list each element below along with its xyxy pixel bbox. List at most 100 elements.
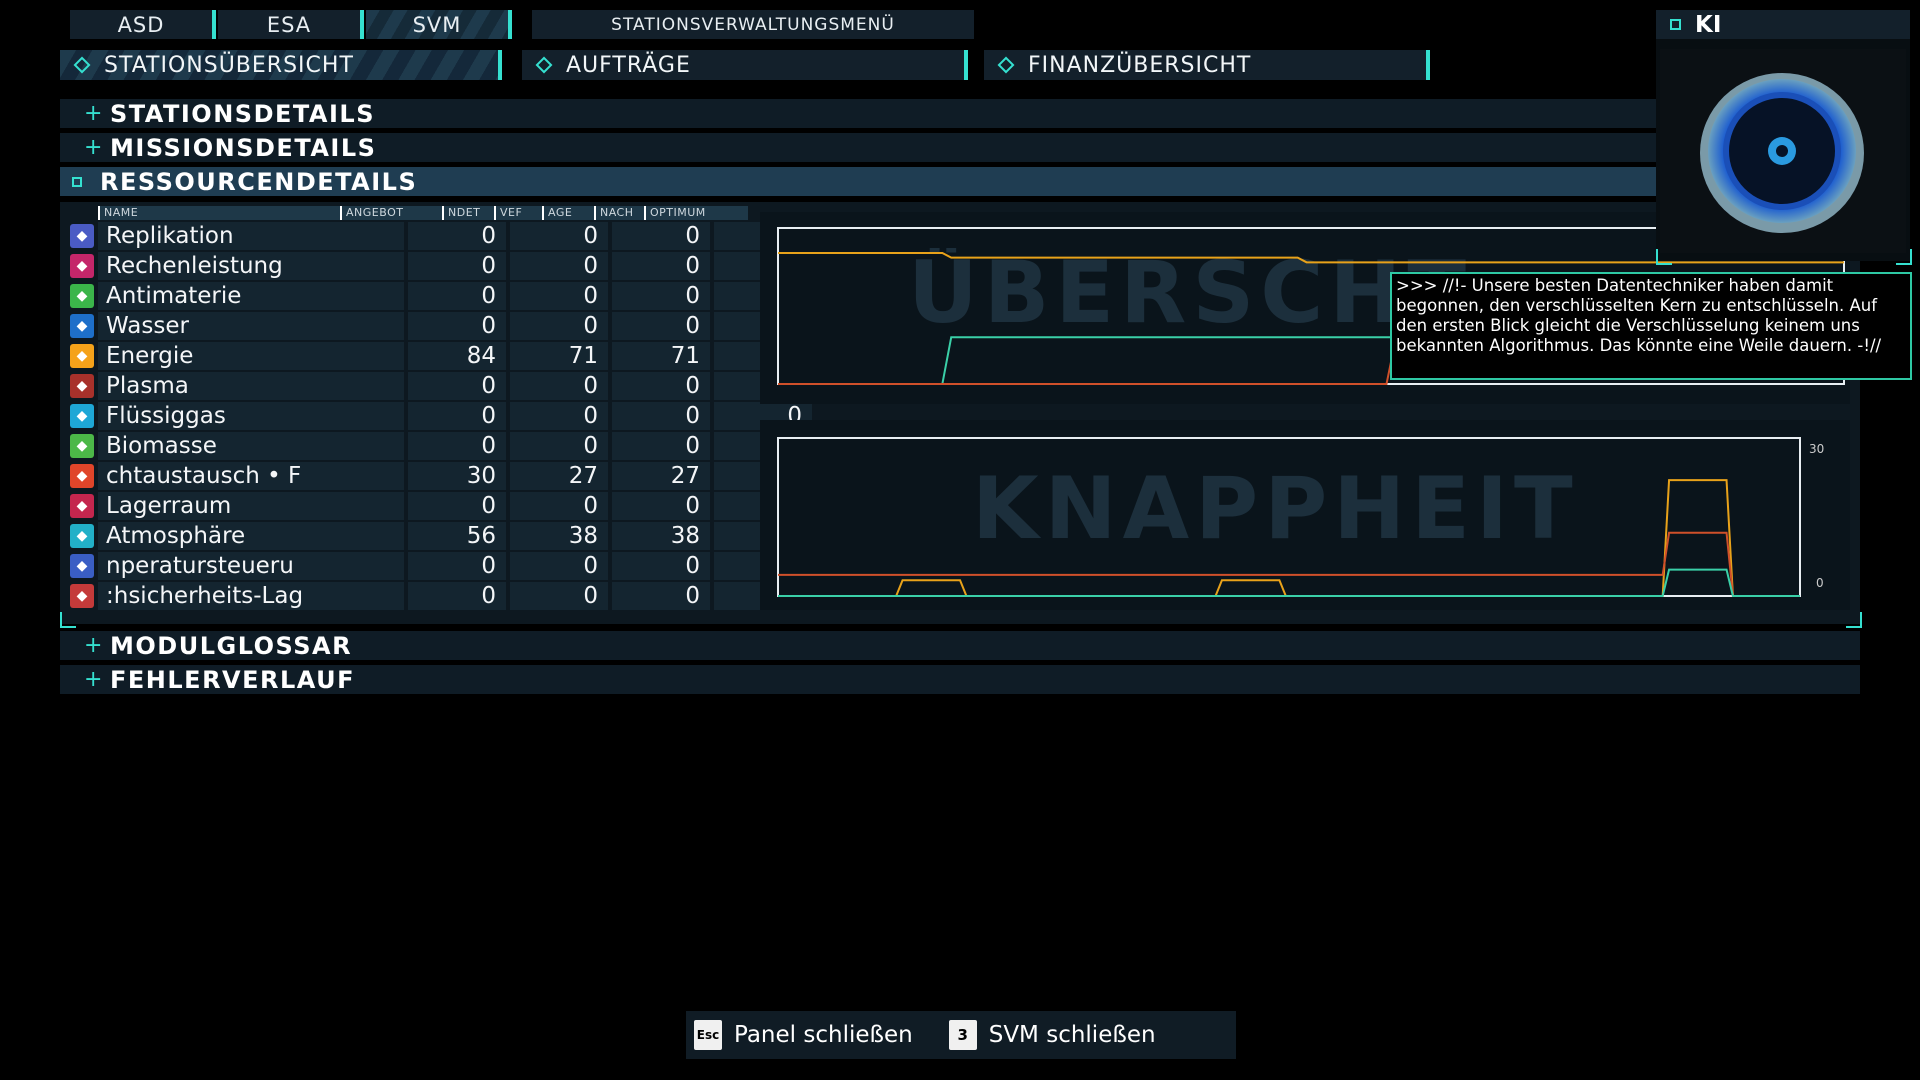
resource-value: 0 bbox=[612, 402, 710, 430]
section-missionsdetails-label: MISSIONSDETAILS bbox=[110, 133, 377, 162]
resource-name: chtaustausch • F bbox=[98, 462, 404, 490]
resource-value: 0 bbox=[510, 252, 608, 280]
liquid-gas-icon: ◆ bbox=[70, 404, 94, 428]
section-modulglossar[interactable]: + MODULGLOSSAR bbox=[60, 631, 1860, 660]
diamond-icon bbox=[73, 56, 91, 74]
section-ressourcendetails-label: RESSOURCENDETAILS bbox=[100, 167, 418, 196]
resource-value: 0 bbox=[408, 222, 506, 250]
plus-icon: + bbox=[84, 633, 104, 658]
resource-name: :hsicherheits-Lag bbox=[98, 582, 404, 610]
diamond-icon bbox=[535, 56, 553, 74]
table-row: ◆chtaustausch • F30272730 bbox=[68, 462, 812, 490]
tab-stationsuebersicht[interactable]: STATIONSÜBERSICHT bbox=[60, 50, 502, 80]
close-svm-label[interactable]: SVM schließen bbox=[989, 1022, 1156, 1048]
section-stationsdetails[interactable]: + STATIONSDETAILS bbox=[60, 99, 1860, 128]
tab-svm[interactable]: SVM bbox=[366, 10, 512, 39]
ki-message: >>> //!- Unsere besten Datentechniker ha… bbox=[1390, 272, 1912, 380]
tab-esa[interactable]: ESA bbox=[218, 10, 364, 39]
close-panel-label[interactable]: Panel schließen bbox=[734, 1022, 913, 1048]
resource-value: 0 bbox=[510, 282, 608, 310]
resource-value: 0 bbox=[612, 252, 710, 280]
tab-auftraege-label: AUFTRÄGE bbox=[566, 52, 691, 78]
resource-value: 30 bbox=[408, 462, 506, 490]
resource-value: 27 bbox=[612, 462, 710, 490]
plus-icon: + bbox=[84, 667, 104, 692]
table-row: ◆ Flüssiggas 0 0 0 0 bbox=[68, 402, 812, 430]
col-vef: VEF bbox=[494, 206, 534, 220]
tab-finanzuebersicht-label: FINANZÜBERSICHT bbox=[1028, 52, 1252, 78]
resource-value: 0 bbox=[510, 582, 608, 610]
biomass-icon: ◆ bbox=[70, 434, 94, 458]
resource-value: 0 bbox=[612, 552, 710, 580]
table-row: ◆Biomasse0000 bbox=[68, 432, 812, 460]
resource-value: 0 bbox=[612, 222, 710, 250]
scarcity-chart bbox=[777, 437, 1801, 597]
resource-name: nperatursteueru bbox=[98, 552, 404, 580]
resource-name: Replikation bbox=[98, 222, 404, 250]
resource-value: 0 bbox=[408, 312, 506, 340]
key-3-icon[interactable]: 3 bbox=[948, 1020, 977, 1050]
table-row: ◆Atmosphäre56383856 bbox=[68, 522, 812, 550]
resource-value: 0 bbox=[510, 222, 608, 250]
table-row: ◆Replikation0000 bbox=[68, 222, 812, 250]
replication-icon: ◆ bbox=[70, 224, 94, 248]
resource-name: Antimaterie bbox=[98, 282, 404, 310]
ki-message-text: >>> //!- Unsere besten Datentechniker ha… bbox=[1396, 276, 1882, 355]
resource-table-header: NAME ANGEBOT NDET VEF AGE NACH OPTIMUM bbox=[98, 206, 748, 220]
resource-value: 0 bbox=[408, 432, 506, 460]
resource-value: 0 bbox=[510, 402, 608, 430]
resource-value: 84 bbox=[408, 342, 506, 370]
collapse-square-icon bbox=[72, 176, 82, 187]
esc-key-icon[interactable]: Esc bbox=[694, 1020, 722, 1050]
col-name: NAME bbox=[98, 206, 334, 220]
table-row: ◆Antimaterie0000 bbox=[68, 282, 812, 310]
resource-value: 0 bbox=[408, 552, 506, 580]
table-row: ◆Lagerraum0000 bbox=[68, 492, 812, 520]
table-row: ◆Rechenleistung0000 bbox=[68, 252, 812, 280]
resource-value: 38 bbox=[510, 522, 608, 550]
resource-value: 38 bbox=[612, 522, 710, 550]
square-icon bbox=[1670, 19, 1681, 30]
section-fehlerverlauf-label: FEHLERVERLAUF bbox=[110, 665, 356, 694]
table-row: ◆Wasser0000 bbox=[68, 312, 812, 340]
resource-name: Biomasse bbox=[98, 432, 404, 460]
corner-bracket bbox=[1656, 249, 1672, 265]
ki-title: KI bbox=[1695, 11, 1722, 38]
computing-icon: ◆ bbox=[70, 254, 94, 278]
plus-icon: + bbox=[84, 135, 104, 160]
tab-finanzuebersicht[interactable]: FINANZÜBERSICHT bbox=[984, 50, 1430, 80]
tab-asd[interactable]: ASD bbox=[70, 10, 216, 39]
corner-bracket bbox=[1896, 249, 1912, 265]
section-ressourcendetails[interactable]: RESSOURCENDETAILS bbox=[60, 167, 1860, 196]
series-line-0 bbox=[778, 479, 1800, 597]
exchange-icon: ◆ bbox=[70, 464, 94, 488]
resource-value: 71 bbox=[612, 342, 710, 370]
section-stationsdetails-label: STATIONSDETAILS bbox=[110, 99, 375, 128]
section-fehlerverlauf[interactable]: + FEHLERVERLAUF bbox=[60, 665, 1860, 694]
resource-value: 0 bbox=[510, 492, 608, 520]
plus-icon: + bbox=[84, 101, 104, 126]
corner-bracket bbox=[1846, 612, 1862, 628]
resource-value: 56 bbox=[408, 522, 506, 550]
resource-value: 0 bbox=[612, 582, 710, 610]
tab-stationsuebersicht-label: STATIONSÜBERSICHT bbox=[104, 52, 354, 78]
resource-value: 0 bbox=[510, 312, 608, 340]
resource-value: 71 bbox=[510, 342, 608, 370]
table-row: ◆nperatursteueru0000 bbox=[68, 552, 812, 580]
resource-value: 0 bbox=[510, 432, 608, 460]
temperature-icon: ◆ bbox=[70, 554, 94, 578]
resource-value: 0 bbox=[408, 582, 506, 610]
resource-name: Wasser bbox=[98, 312, 404, 340]
col-nach: NACH bbox=[594, 206, 642, 220]
resource-value: 0 bbox=[510, 372, 608, 400]
section-missionsdetails[interactable]: + MISSIONSDETAILS bbox=[60, 133, 1860, 162]
col-optimum: OPTIMUM bbox=[644, 206, 746, 220]
scarcity-chart-box: KNAPPHEIT 30 0 bbox=[760, 420, 1850, 610]
menu-title-label: STATIONSVERWALTUNGSMENÜ bbox=[611, 14, 895, 35]
tab-auftraege[interactable]: AUFTRÄGE bbox=[522, 50, 968, 80]
ki-portrait bbox=[1656, 39, 1910, 261]
resource-value: 0 bbox=[612, 282, 710, 310]
section-modulglossar-label: MODULGLOSSAR bbox=[110, 631, 353, 660]
resource-value: 0 bbox=[612, 492, 710, 520]
tab-esa-label: ESA bbox=[266, 12, 312, 37]
